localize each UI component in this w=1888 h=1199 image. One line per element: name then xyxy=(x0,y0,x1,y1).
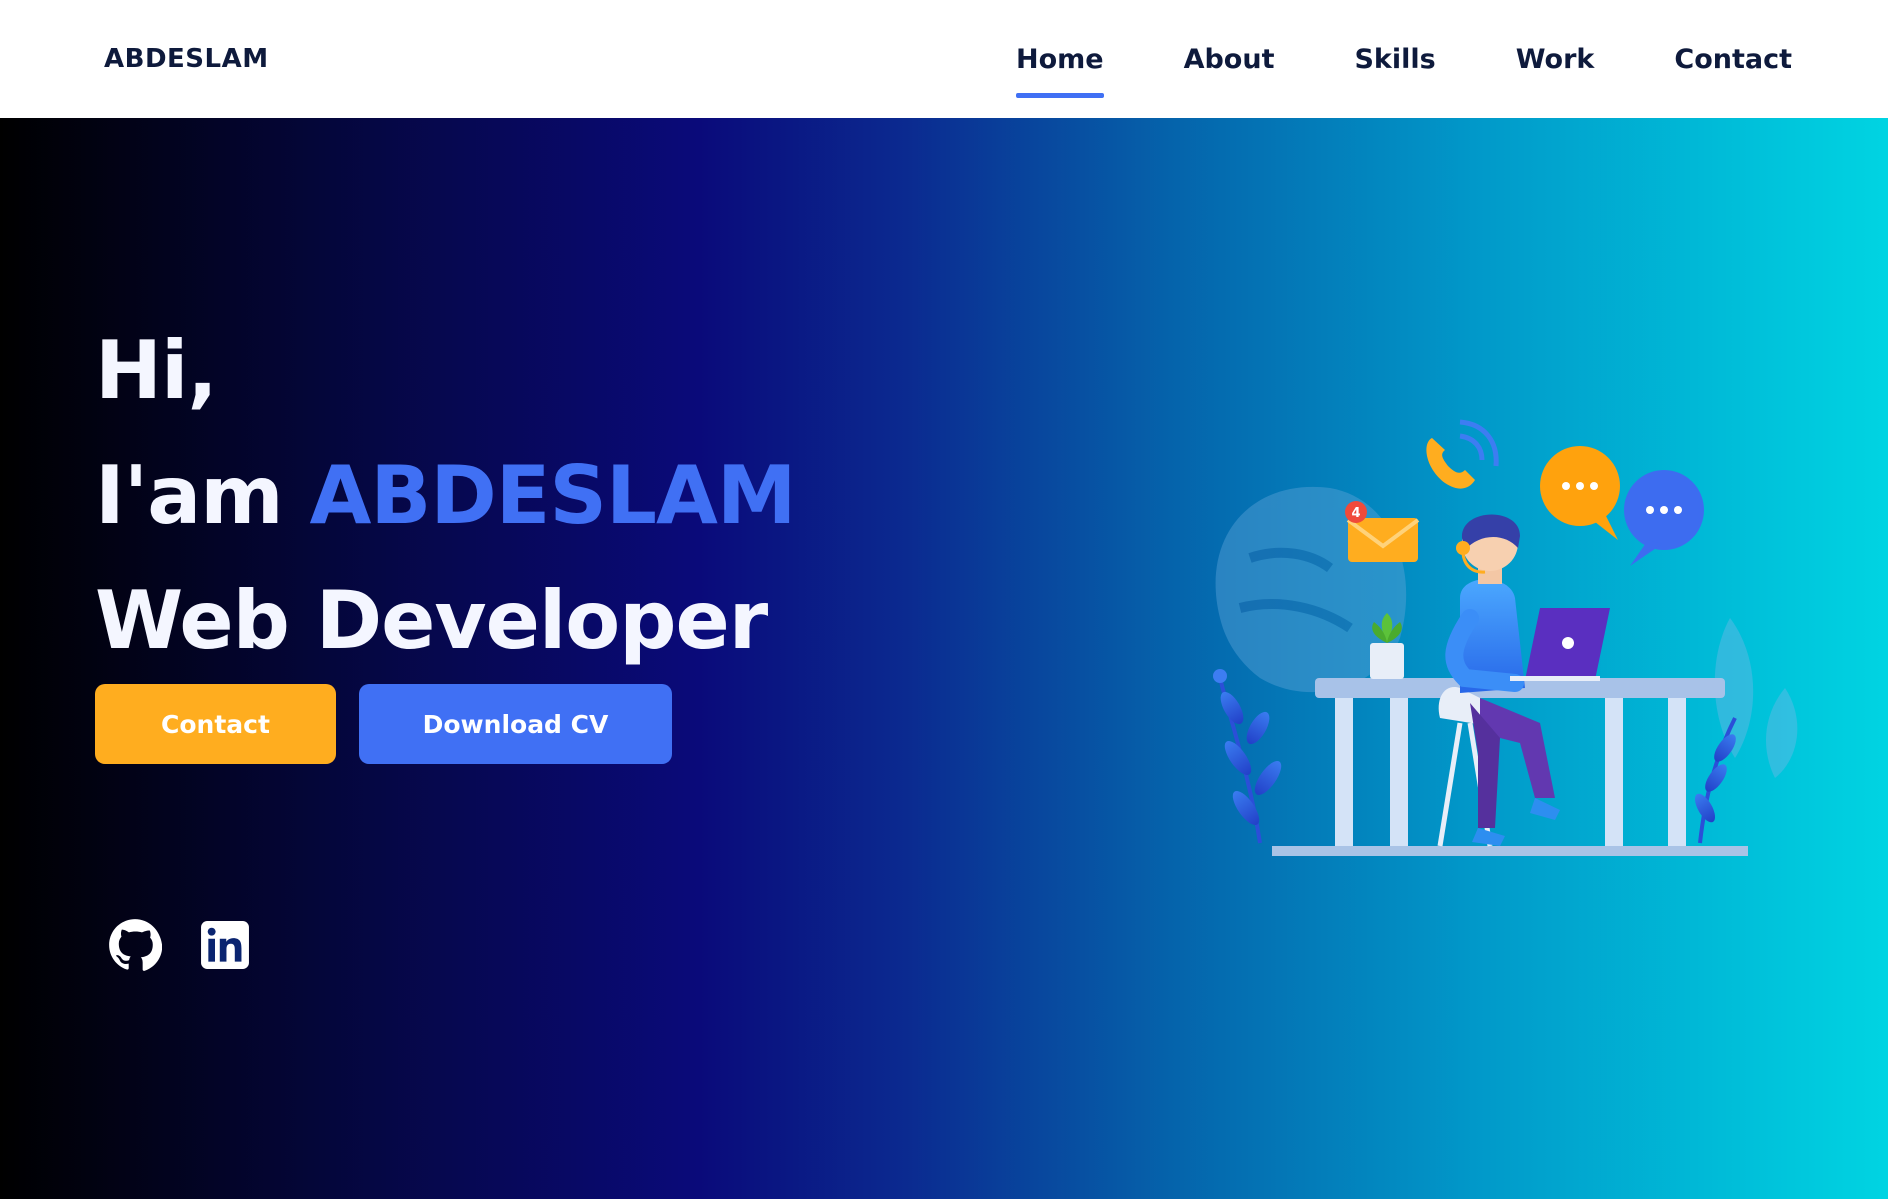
hero-buttons: Contact Download CV xyxy=(95,684,672,764)
hero-section: Hi, I'am ABDESLAM Web Developer Contact … xyxy=(0,118,1888,1199)
github-icon xyxy=(109,919,162,971)
svg-text:4: 4 xyxy=(1351,506,1360,521)
chat-bubble-orange-icon xyxy=(1540,446,1620,540)
linkedin-link[interactable] xyxy=(198,918,252,972)
nav-item-label: Home xyxy=(1015,43,1104,75)
active-nav-indicator xyxy=(1015,93,1104,98)
hero-greeting: Hi, xyxy=(95,324,218,417)
site-logo[interactable]: ABDESLAM xyxy=(104,44,269,74)
phone-icon xyxy=(1426,419,1499,489)
nav-item-label: About xyxy=(1183,43,1275,75)
nav-item-about[interactable]: About xyxy=(1184,0,1275,118)
hero-intro-line: I'am ABDESLAM xyxy=(95,433,797,558)
potted-plant-icon xyxy=(1370,613,1404,679)
github-link[interactable] xyxy=(108,918,162,972)
nav-item-work[interactable]: Work xyxy=(1516,0,1595,118)
nav-item-label: Contact xyxy=(1674,43,1792,75)
hero-heading: Hi, I'am ABDESLAM Web Developer xyxy=(95,308,797,683)
hero-role: Web Developer xyxy=(95,574,768,667)
download-cv-button[interactable]: Download CV xyxy=(359,684,672,764)
chat-bubble-blue-icon xyxy=(1624,470,1704,566)
nav-item-label: Work xyxy=(1515,43,1595,75)
site-header: ABDESLAM Home About Skills Work Contact xyxy=(0,0,1888,118)
linkedin-icon xyxy=(201,921,249,969)
desk-icon xyxy=(1315,678,1725,846)
social-links xyxy=(108,918,252,972)
nav-item-label: Skills xyxy=(1354,43,1436,75)
plant-right-icon xyxy=(1694,717,1737,844)
main-nav: Home About Skills Work Contact xyxy=(936,0,1792,118)
hero-name: ABDESLAM xyxy=(309,449,796,542)
plant-left-icon xyxy=(1213,669,1282,844)
contact-button[interactable]: Contact xyxy=(95,684,336,764)
hero-intro-prefix: I'am xyxy=(95,449,310,542)
laptop-icon xyxy=(1510,608,1610,681)
nav-item-home[interactable]: Home xyxy=(1015,0,1104,118)
developer-illustration: 4 xyxy=(1213,419,1798,856)
email-icon: 4 xyxy=(1345,501,1420,562)
nav-item-contact[interactable]: Contact xyxy=(1674,0,1792,118)
nav-item-skills[interactable]: Skills xyxy=(1354,0,1435,118)
